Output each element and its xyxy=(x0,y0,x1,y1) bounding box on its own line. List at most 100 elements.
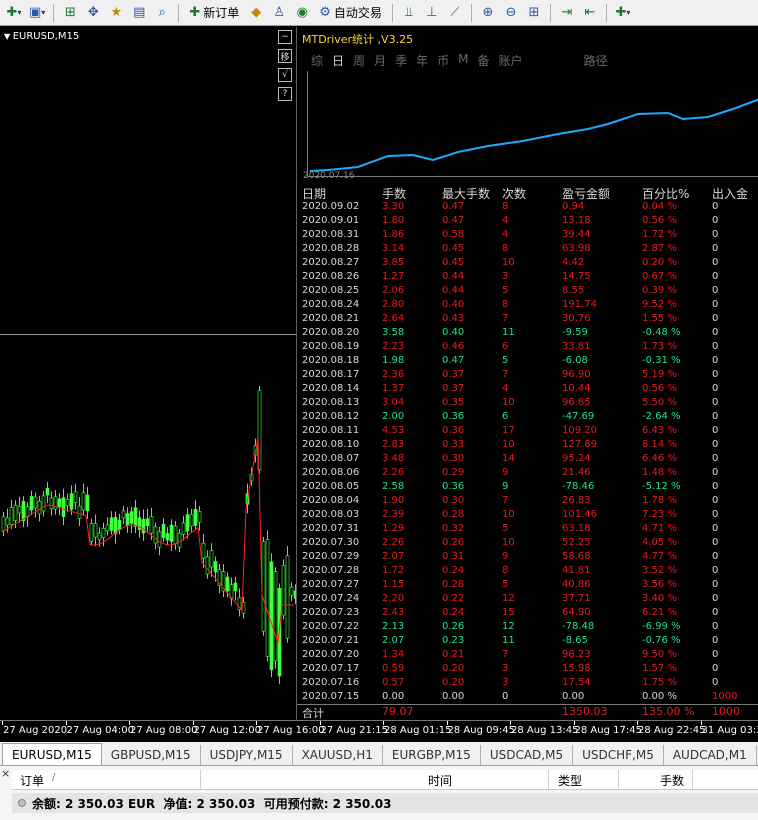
market-watch-button[interactable]: ⊞ xyxy=(60,3,80,23)
auto-trade-button[interactable]: ⚙ 自动交易 xyxy=(315,3,386,23)
row-percent: -5.12 % xyxy=(642,481,681,492)
row-count: 8 xyxy=(502,201,509,212)
column-separator[interactable] xyxy=(548,770,549,790)
indicators-button[interactable]: ✚ ▾ xyxy=(613,3,633,23)
row-percent: -0.76 % xyxy=(642,635,681,646)
tab-summary[interactable]: 综 xyxy=(311,52,323,69)
tab-currency[interactable]: 币 xyxy=(437,52,449,69)
new-chart-button[interactable]: ✚ ▾ xyxy=(4,3,24,23)
minimize-button[interactable]: − xyxy=(278,30,292,44)
header-count: 次数 xyxy=(502,187,527,201)
row-deposit: 0 xyxy=(712,257,719,268)
candle-body xyxy=(101,528,106,538)
tab-day[interactable]: 日 xyxy=(332,52,344,69)
header-lots[interactable]: 手数 xyxy=(660,772,684,789)
move-button[interactable]: 移 xyxy=(278,49,292,63)
row-max-lots: 0.47 xyxy=(442,215,465,226)
chart-tab-eurgbp[interactable]: EURGBP,M15 xyxy=(383,745,481,765)
chart-tab-xauusd[interactable]: XAUUSD,H1 xyxy=(293,745,383,765)
row-max-lots: 0.22 xyxy=(442,593,465,604)
tile-windows-button[interactable]: ⊞ xyxy=(524,3,544,23)
header-time[interactable]: 时间 xyxy=(428,772,452,789)
chart-tab-eurusd[interactable]: EURUSD,M15 xyxy=(2,743,102,765)
row-profit: -8.65 xyxy=(562,635,588,646)
chart-tab-audcad[interactable]: AUDCAD,M1 xyxy=(664,745,757,765)
row-date: 2020.08.12 xyxy=(302,411,360,422)
row-date: 2020.07.31 xyxy=(302,523,360,534)
tab-quarter[interactable]: 季 xyxy=(395,52,407,69)
profiles-button[interactable]: ▣ ▾ xyxy=(27,3,47,23)
row-percent: 5.50 % xyxy=(642,397,677,408)
tab-year[interactable]: 年 xyxy=(416,52,428,69)
header-order[interactable]: 订单 xyxy=(20,772,44,789)
line-chart-button[interactable]: ⟋ xyxy=(445,3,465,23)
row-count: 14 xyxy=(502,453,515,464)
strategy-tester-button[interactable]: ⌕ xyxy=(152,3,172,23)
row-deposit: 0 xyxy=(712,313,719,324)
row-date: 2020.07.21 xyxy=(302,635,360,646)
row-date: 2020.08.06 xyxy=(302,467,360,478)
metaeditor-button[interactable]: ◆ xyxy=(246,3,266,23)
chart-shift-button[interactable]: ⇤ xyxy=(580,3,600,23)
chart-window-tabs: EURUSD,M15 GBPUSD,M15 USDJPY,M15 XAUUSD,H1 E… xyxy=(0,742,758,766)
tab-path[interactable]: 路径 xyxy=(584,52,608,69)
row-percent: 1.55 % xyxy=(642,313,677,324)
row-date: 2020.08.13 xyxy=(302,397,360,408)
column-separator[interactable] xyxy=(692,770,693,790)
row-percent: 5.19 % xyxy=(642,369,677,380)
candle-body xyxy=(141,519,146,534)
row-lots: 1.34 xyxy=(382,649,405,660)
dropdown-arrow-icon: ▾ xyxy=(17,8,22,17)
table-row: 2020.08.14 1.37 0.37 4 10.44 0.56 % 0 xyxy=(297,383,758,397)
row-percent: 0.39 % xyxy=(642,285,677,296)
tab-month[interactable]: 月 xyxy=(374,52,386,69)
row-lots: 0.00 xyxy=(382,691,405,702)
bar-chart-button[interactable]: ⫫ xyxy=(399,3,419,23)
column-separator[interactable] xyxy=(618,770,619,790)
tab-note[interactable]: 备 xyxy=(477,52,489,69)
chart-side-buttons: − 移 √ ? xyxy=(278,30,292,101)
row-date: 2020.08.17 xyxy=(302,369,360,380)
chart-tab-usdjpy[interactable]: USDJPY,M15 xyxy=(201,745,293,765)
chart-tab-gbpusd[interactable]: GBPUSD,M15 xyxy=(102,745,201,765)
autoscroll-button[interactable]: ⇥ xyxy=(557,3,577,23)
row-profit: 101.46 xyxy=(562,509,597,520)
navigator-button[interactable]: ✥ xyxy=(83,3,103,23)
row-lots: 0.57 xyxy=(382,677,405,688)
tile-windows-icon: ⊞ xyxy=(528,5,540,20)
table-row: 2020.08.31 1.86 0.58 4 39.44 1.72 % 0 xyxy=(297,229,758,243)
tab-account[interactable]: 账户 xyxy=(498,52,522,69)
row-percent: 0.00 % xyxy=(642,691,677,702)
candle-body xyxy=(81,492,86,511)
row-percent: -0.31 % xyxy=(642,355,681,366)
terminal-close-icon[interactable]: × xyxy=(1,767,10,780)
zoom-in-button[interactable]: ⊕ xyxy=(478,3,498,23)
new-order-button[interactable]: ✚ 新订单 xyxy=(185,3,243,23)
candle-body xyxy=(153,526,158,544)
row-deposit: 0 xyxy=(712,593,719,604)
chart-tab-usdchf[interactable]: USDCHF,M5 xyxy=(573,745,664,765)
candle-body xyxy=(205,556,210,575)
row-profit: 39.44 xyxy=(562,229,591,240)
radio-button[interactable]: ◉ xyxy=(292,3,312,23)
check-button[interactable]: √ xyxy=(278,68,292,82)
zoom-out-button[interactable]: ⊖ xyxy=(501,3,521,23)
chart-tab-usdcad[interactable]: USDCAD,M5 xyxy=(481,745,574,765)
candle-body xyxy=(37,500,42,515)
price-chart[interactable]: ▼ EURUSD,M15 xyxy=(0,27,296,720)
column-separator[interactable] xyxy=(200,770,201,790)
candle-body xyxy=(261,541,266,632)
row-max-lots: 0.20 xyxy=(442,663,465,674)
tab-week[interactable]: 周 xyxy=(353,52,365,69)
balance-row[interactable]: 余额: 2 350.03 EUR 净值: 2 350.03 可用预付款: 2 3… xyxy=(12,793,758,813)
row-lots: 1.80 xyxy=(382,215,405,226)
signals-button[interactable]: ♙ xyxy=(269,3,289,23)
terminal-button[interactable]: ▤ xyxy=(129,3,149,23)
row-count: 9 xyxy=(502,481,509,492)
header-type[interactable]: 类型 xyxy=(558,772,582,789)
favorites-button[interactable]: ★ xyxy=(106,3,126,23)
help-button[interactable]: ? xyxy=(278,87,292,101)
candle-chart-button[interactable]: ⊥ xyxy=(422,3,442,23)
candle-body xyxy=(29,496,34,511)
tab-magic[interactable]: M xyxy=(458,52,468,69)
